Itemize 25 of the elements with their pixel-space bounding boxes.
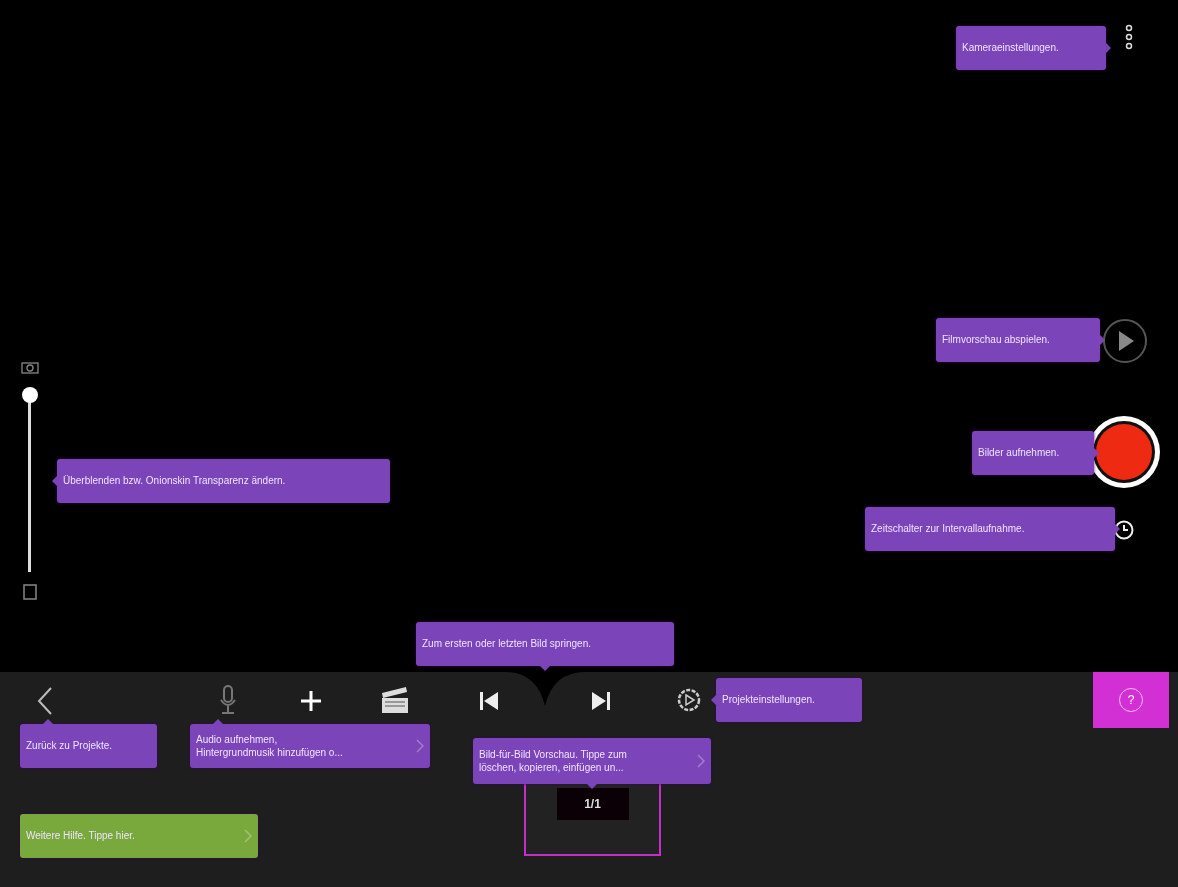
tooltip[interactable]: Audio aufnehmen, Hintergrundmusik hinzufügen o... — [190, 724, 430, 768]
frame-thumbnail[interactable]: 1/1 — [556, 788, 629, 820]
add-icon[interactable] — [300, 690, 322, 712]
clapperboard-icon[interactable] — [380, 685, 410, 715]
more-options-icon[interactable] — [1124, 24, 1134, 50]
tooltip[interactable]: Überblenden bzw. Onionskin Transparenz ändern. — [57, 459, 390, 503]
back-icon[interactable] — [36, 686, 54, 716]
help-button[interactable]: ? — [1093, 672, 1169, 728]
timer-icon[interactable] — [1113, 519, 1135, 541]
tooltip[interactable]: Zeitschalter zur Intervallaufnahme. — [865, 507, 1115, 551]
play-icon[interactable] — [1102, 318, 1148, 364]
frame-icon — [23, 584, 37, 600]
slider-thumb[interactable] — [21, 387, 38, 403]
settings-icon[interactable] — [676, 687, 702, 713]
tooltip[interactable]: Zurück zu Projekte. — [20, 724, 157, 768]
tooltip[interactable]: Projekteinstellungen. — [716, 678, 862, 722]
tooltip[interactable]: Zum ersten oder letzten Bild springen. — [416, 622, 674, 666]
tooltip[interactable]: Filmvorschau abspielen. — [936, 318, 1100, 362]
tooltip[interactable]: Kameraeinstellungen. — [956, 26, 1106, 70]
tooltip[interactable]: Bild-für-Bild Vorschau. Tippe zum löschen, kopieren, einfügen un... — [473, 738, 711, 784]
tooltip[interactable]: Bilder aufnehmen. — [972, 431, 1094, 475]
microphone-icon[interactable] — [219, 684, 237, 716]
skip-to-end-icon[interactable] — [590, 690, 612, 712]
camera-icon — [21, 360, 39, 374]
skip-to-start-icon[interactable] — [478, 690, 500, 712]
